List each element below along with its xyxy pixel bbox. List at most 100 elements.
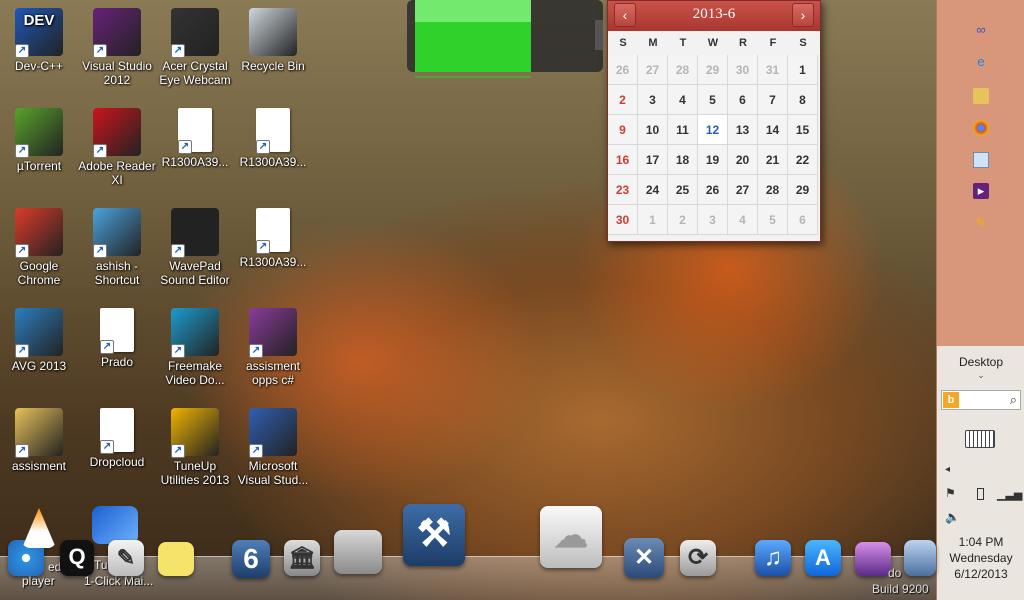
battery-icon[interactable] (977, 488, 984, 500)
ios6-icon[interactable]: 6 (232, 540, 270, 578)
calendar-day[interactable]: 12 (698, 115, 728, 145)
explorer-icon[interactable] (973, 88, 989, 104)
visual-studio-icon[interactable]: ▸ (973, 183, 989, 199)
search-icon[interactable]: ⌕ (1010, 392, 1017, 408)
sync-icon[interactable]: ⟳ (680, 540, 716, 576)
calendar-day[interactable]: 22 (788, 145, 818, 175)
desktop-icon[interactable]: ↗ assisment opps c# (234, 308, 312, 387)
hard-drive-icon[interactable] (334, 530, 382, 574)
desktop-icon[interactable]: DEV ↗ Dev-C++ (0, 8, 78, 73)
calendar-day[interactable]: 5 (698, 85, 728, 115)
calendar-day[interactable]: 31 (758, 55, 788, 85)
calendar-day[interactable]: 30 (608, 205, 638, 235)
desktop-icon[interactable]: ↗ ashish - Shortcut (78, 208, 156, 287)
mountain-lion-icon[interactable] (855, 542, 891, 576)
desktop-icon[interactable]: ↗ WavePad Sound Editor (156, 208, 234, 287)
calendar-day[interactable]: 26 (698, 175, 728, 205)
mail-app-icon[interactable] (92, 506, 138, 544)
notepad-icon[interactable] (973, 152, 989, 168)
calendar-day[interactable]: 28 (758, 175, 788, 205)
flag-icon[interactable]: ⚑ (945, 486, 956, 500)
textedit-icon[interactable]: ✎ (108, 540, 144, 576)
clock-date[interactable]: 6/12/2013 (937, 567, 1024, 581)
calendar-day[interactable]: 26 (608, 55, 638, 85)
desktop-icon[interactable]: ↗ R1300A39... (234, 108, 312, 169)
desktop-icon[interactable]: ↗ Microsoft Visual Stud... (234, 408, 312, 487)
desktop-icon[interactable]: ↗ AVG 2013 (0, 308, 78, 373)
calendar-day[interactable]: 28 (668, 55, 698, 85)
calendar-day[interactable]: 3 (638, 85, 668, 115)
shortcut-arrow-icon: ↗ (15, 144, 29, 158)
calendar-day[interactable]: 29 (698, 55, 728, 85)
calendar-day[interactable]: 23 (608, 175, 638, 205)
calendar-day[interactable]: 3 (698, 205, 728, 235)
calendar-day[interactable]: 4 (728, 205, 758, 235)
calendar-day[interactable]: 7 (758, 85, 788, 115)
xcode-hammer-icon[interactable]: ⚒ (403, 504, 465, 566)
calendar-day[interactable]: 27 (638, 55, 668, 85)
calendar-day[interactable]: 13 (728, 115, 758, 145)
desktop-icon[interactable]: Recycle Bin (234, 8, 312, 73)
paint-icon[interactable]: ✎ (973, 215, 989, 231)
show-hidden-icons-button[interactable]: ◂ (945, 464, 950, 475)
desktop-icon[interactable]: ↗ Adobe Reader XI (78, 108, 156, 187)
clock-weekday[interactable]: Wednesday (937, 551, 1024, 565)
calendar-day[interactable]: 17 (638, 145, 668, 175)
signal-icon[interactable]: ▁▃▅ (997, 488, 1022, 501)
desktop-icon[interactable]: ↗ R1300A39... (156, 108, 234, 169)
desktop-icon[interactable]: ↗ Prado (78, 308, 156, 369)
desktop-icon[interactable]: ↗ Visual Studio 2012 (78, 8, 156, 87)
utilities-icon[interactable]: ✕ (624, 538, 664, 578)
calendar-day[interactable]: 15 (788, 115, 818, 145)
desktop-icon[interactable]: ↗ µTorrent (0, 108, 78, 173)
calendar-day[interactable]: 21 (758, 145, 788, 175)
calendar-day[interactable]: 30 (728, 55, 758, 85)
calendar-day[interactable]: 10 (638, 115, 668, 145)
calendar-day[interactable]: 2 (668, 205, 698, 235)
next-month-button[interactable]: › (792, 3, 814, 27)
calendar-day[interactable]: 5 (758, 205, 788, 235)
dashboard-icon[interactable] (904, 540, 936, 576)
calendar-day[interactable]: 2 (608, 85, 638, 115)
desktop-icon[interactable]: ↗ assisment (0, 408, 78, 473)
icloud-icon[interactable]: ☁ (540, 506, 602, 568)
calendar-day[interactable]: 18 (668, 145, 698, 175)
calendar-day[interactable]: 1 (788, 55, 818, 85)
desktop-icon[interactable]: ↗ Dropcloud (78, 408, 156, 469)
chrome-icon[interactable] (973, 120, 989, 136)
desktop-icon[interactable]: ↗ Google Chrome (0, 208, 78, 287)
calendar-day[interactable]: 11 (668, 115, 698, 145)
calendar-day[interactable]: 29 (788, 175, 818, 205)
calendar-day[interactable]: 6 (788, 205, 818, 235)
calendar-day[interactable]: 19 (698, 145, 728, 175)
ie-icon[interactable]: e (973, 54, 989, 70)
stickies-icon[interactable] (158, 542, 194, 576)
keyboard-icon[interactable] (965, 430, 995, 448)
desktop-icon[interactable]: ↗ TuneUp Utilities 2013 (156, 408, 234, 487)
chevron-down-icon[interactable]: ⌄ (937, 370, 1024, 381)
vlc-icon[interactable] (22, 508, 56, 548)
calendar-day[interactable]: 6 (728, 85, 758, 115)
calendar-day[interactable]: 14 (758, 115, 788, 145)
calendar-day[interactable]: 24 (638, 175, 668, 205)
search-input[interactable]: b ⌕ (941, 390, 1021, 410)
desktop-icon[interactable]: ↗ Acer Crystal Eye Webcam (156, 8, 234, 87)
battery-gadget[interactable] (405, 0, 605, 78)
calendar-day[interactable]: 9 (608, 115, 638, 145)
calendar-day[interactable]: 27 (728, 175, 758, 205)
app-store-icon[interactable]: A (805, 540, 841, 576)
infinity-icon[interactable]: ∞ (973, 22, 989, 38)
quicktime-icon[interactable]: Q (60, 540, 94, 576)
calendar-day[interactable]: 25 (668, 175, 698, 205)
itunes-icon[interactable]: ♫ (755, 540, 791, 576)
calendar-day[interactable]: 20 (728, 145, 758, 175)
desktop-icon[interactable]: ↗ Freemake Video Do... (156, 308, 234, 387)
desktop-icon[interactable]: ↗ R1300A39... (234, 208, 312, 269)
calendar-day[interactable]: 1 (638, 205, 668, 235)
clock-time[interactable]: 1:04 PM (937, 535, 1024, 549)
calendar-day[interactable]: 16 (608, 145, 638, 175)
calendar-day[interactable]: 8 (788, 85, 818, 115)
volume-icon[interactable]: 🔈 (945, 510, 960, 524)
calendar-day[interactable]: 4 (668, 85, 698, 115)
library-icon[interactable]: 🏛 (284, 540, 320, 576)
